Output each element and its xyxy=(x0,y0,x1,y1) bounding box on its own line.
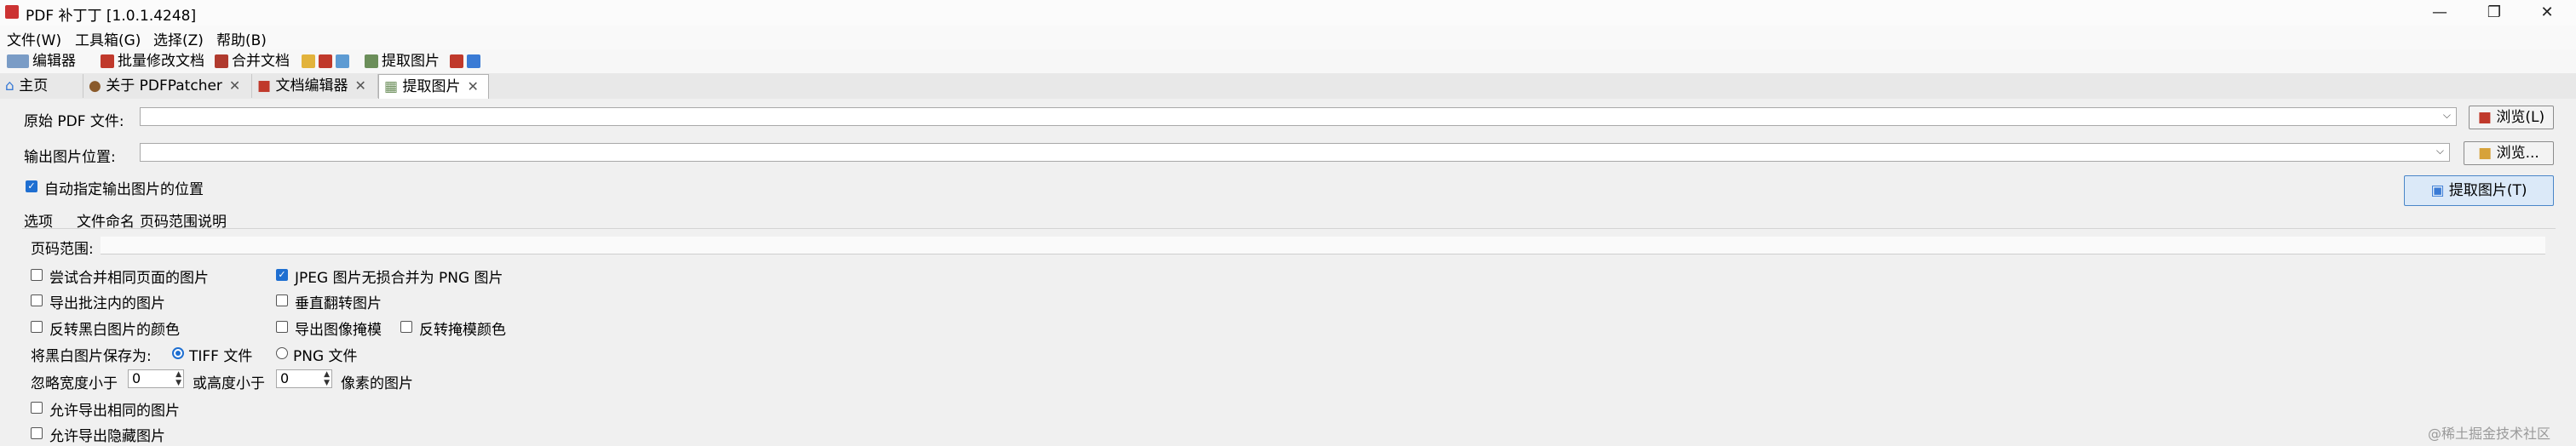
pdf-icon: ■ xyxy=(257,77,272,94)
source-file-label: 原始 PDF 文件: xyxy=(24,113,124,130)
output-location-label: 输出图片位置: xyxy=(24,149,116,166)
watermark: @稀土掘金技术社区 xyxy=(2427,426,2550,442)
chevron-down-icon[interactable]: ⌵ xyxy=(2443,109,2451,122)
batch-icon xyxy=(101,54,114,68)
close-tab-icon[interactable]: ✕ xyxy=(229,77,240,94)
png-label: PNG 文件 xyxy=(293,348,358,365)
menu-tools[interactable]: 工具箱(G) xyxy=(75,28,141,49)
auto-output-checkbox[interactable]: ✓ xyxy=(26,180,37,192)
toolbar-editor-button[interactable]: 编辑器 xyxy=(7,49,76,73)
allow-same-label: 允许导出相同的图片 xyxy=(49,403,180,420)
jpeg-to-png-label: JPEG 图片无损合并为 PNG 图片 xyxy=(295,270,503,287)
export-annotations-label: 导出批注内的图片 xyxy=(49,295,165,312)
options-tab-underline xyxy=(22,228,2556,229)
menu-file[interactable]: 文件(W) xyxy=(7,28,61,49)
pixel-images-label: 像素的图片 xyxy=(341,375,413,392)
invert-mask-label: 反转掩模颜色 xyxy=(419,322,506,339)
page-range-input[interactable] xyxy=(101,237,2545,254)
maximize-icon[interactable]: ❐ xyxy=(2467,0,2521,26)
output-location-input[interactable]: ⌵ xyxy=(140,143,2450,162)
tiff-label: TIFF 文件 xyxy=(189,348,253,365)
extract-icon xyxy=(365,54,378,68)
image-icon: ▦ xyxy=(384,78,399,95)
app-icon xyxy=(5,5,19,19)
merge-icon xyxy=(215,54,228,68)
jpeg-to-png-checkbox[interactable]: ✓ xyxy=(276,269,288,281)
page-range-label: 页码范围: xyxy=(31,241,94,258)
menu-select[interactable]: 选择(Z) xyxy=(153,28,204,49)
allow-hidden-label: 允许导出隐藏图片 xyxy=(49,428,165,445)
allow-hidden-checkbox[interactable] xyxy=(31,427,43,439)
export-mask-label: 导出图像掩模 xyxy=(295,322,382,339)
chevron-down-icon[interactable]: ⌵ xyxy=(2436,145,2444,157)
stepper-arrows-icon[interactable]: ▲ ▼ xyxy=(324,370,330,387)
invert-bw-checkbox[interactable] xyxy=(31,321,43,333)
flip-vertical-label: 垂直翻转图片 xyxy=(295,295,382,312)
menu-help[interactable]: 帮助(B) xyxy=(216,28,267,49)
tab-document-editor[interactable]: ■ 文档编辑器 ✕ xyxy=(252,74,378,98)
export-annotations-checkbox[interactable] xyxy=(31,294,43,306)
flip-vertical-checkbox[interactable] xyxy=(276,294,288,306)
pdf-tool-icon xyxy=(450,54,463,68)
merge-same-page-checkbox[interactable] xyxy=(31,269,43,281)
stepper-arrows-icon[interactable]: ▲ ▼ xyxy=(175,370,181,387)
star-tool-icon xyxy=(302,54,315,68)
merge-same-page-label: 尝试合并相同页面的图片 xyxy=(49,270,209,287)
min-height-stepper[interactable]: 0 ▲ ▼ xyxy=(276,369,332,388)
toolbar-batch-button[interactable]: 批量修改文档 xyxy=(101,49,204,73)
extract-icon: ▣ xyxy=(2430,182,2445,199)
toolbar-small-tools[interactable] xyxy=(302,49,353,73)
export-mask-checkbox[interactable] xyxy=(276,321,288,333)
invert-bw-label: 反转黑白图片的颜色 xyxy=(49,322,180,339)
toolbar-extract-button[interactable]: 提取图片 xyxy=(365,49,440,73)
tiff-radio[interactable] xyxy=(172,347,184,359)
source-browse-button[interactable]: ■ 浏览(L) xyxy=(2469,106,2554,129)
tab-about[interactable]: ● 关于 PDFPatcher ✕ xyxy=(83,74,252,98)
close-tab-icon[interactable]: ✕ xyxy=(467,78,478,94)
ignore-width-label: 忽略宽度小于 xyxy=(31,375,118,392)
toolbar-merge-button[interactable]: 合并文档 xyxy=(215,49,290,73)
close-tab-icon[interactable]: ✕ xyxy=(354,77,365,94)
source-file-input[interactable]: ⌵ xyxy=(140,107,2457,126)
allow-same-checkbox[interactable] xyxy=(31,402,43,414)
window-title: PDF 补丁丁 [1.0.1.4248] xyxy=(26,8,197,25)
title-bar xyxy=(0,0,2576,26)
home-icon: ⌂ xyxy=(5,77,14,94)
editor-icon xyxy=(7,54,29,68)
toolbar-more-tools[interactable] xyxy=(450,49,484,73)
export-tool-icon xyxy=(467,54,480,68)
menu-bar xyxy=(0,26,2576,49)
close-icon[interactable]: ✕ xyxy=(2520,0,2574,26)
pdf-icon: ■ xyxy=(2477,109,2492,126)
min-width-stepper[interactable]: 0 ▲ ▼ xyxy=(128,369,184,388)
user-icon: ● xyxy=(89,77,101,94)
info-tool-icon xyxy=(336,54,349,68)
or-height-label: 或高度小于 xyxy=(193,375,265,392)
extract-images-button[interactable]: ▣ 提取图片(T) xyxy=(2404,175,2554,206)
output-browse-button[interactable]: ■ 浏览... xyxy=(2464,141,2554,165)
png-radio[interactable] xyxy=(276,347,288,359)
folder-icon: ■ xyxy=(2478,145,2493,162)
minimize-icon[interactable]: — xyxy=(2412,0,2467,26)
save-bw-as-label: 将黑白图片保存为: xyxy=(31,348,152,365)
doc-tool-icon xyxy=(319,54,332,68)
tab-home[interactable]: ⌂ 主页 xyxy=(0,74,83,98)
tab-extract-images[interactable]: ▦ 提取图片 ✕ xyxy=(378,74,489,100)
auto-output-label: 自动指定输出图片的位置 xyxy=(44,181,204,198)
invert-mask-checkbox[interactable] xyxy=(400,321,412,333)
